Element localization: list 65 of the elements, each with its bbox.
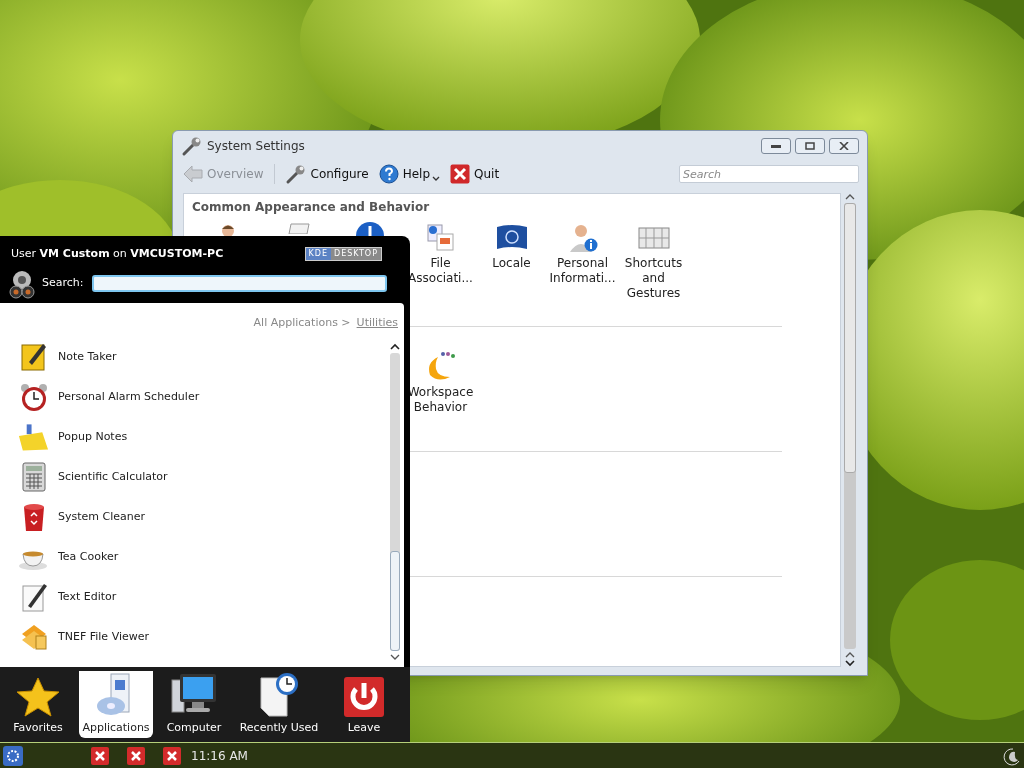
scroll-up-icon — [845, 193, 855, 201]
app-list-item[interactable]: Personal Alarm Scheduler — [17, 377, 388, 417]
scroll-down-icon — [390, 653, 400, 661]
maximize-icon — [805, 142, 815, 150]
scrollbar-thumb[interactable] — [390, 551, 400, 651]
toolbar-button[interactable]: Quit — [450, 164, 500, 184]
star-icon — [15, 675, 61, 718]
close-icon — [95, 750, 105, 761]
app-list-item[interactable]: Text Editor — [17, 577, 388, 617]
document-clock-icon — [257, 671, 301, 718]
launcher-tab[interactable]: Recently Used — [229, 671, 329, 738]
launcher-tab[interactable]: Leave — [329, 671, 399, 738]
scrollbar[interactable] — [843, 193, 857, 667]
pen-and-paper-icon — [19, 582, 48, 612]
minimize-button[interactable] — [761, 138, 791, 154]
app-list-item[interactable]: System Cleaner — [17, 497, 388, 537]
window-title: System Settings — [207, 138, 305, 155]
search-label: Search: — [42, 275, 84, 292]
task-button[interactable] — [91, 746, 109, 765]
gear-icon — [6, 748, 20, 763]
power-icon — [343, 675, 385, 718]
files-icon — [424, 222, 457, 254]
task-button[interactable] — [127, 746, 145, 765]
dropdown-caret-icon — [432, 176, 441, 182]
kde-desktop-badge: KDE DESKTOP — [304, 247, 382, 262]
close-button[interactable] — [829, 138, 859, 154]
wrench-icon — [181, 135, 203, 157]
app-list-item[interactable]: Popup Notes — [17, 417, 388, 457]
launcher-search-field[interactable] — [91, 275, 387, 292]
alarm-clock-icon — [18, 382, 49, 412]
launcher-tab[interactable]: Computer — [159, 671, 229, 738]
maximize-button[interactable] — [795, 138, 825, 154]
kde-menu-button[interactable] — [3, 745, 23, 766]
app-list-item[interactable]: TNEF File Viewer — [17, 617, 388, 657]
launcher-tab[interactable]: Favorites — [3, 671, 73, 738]
user-line: User VM Custom on VMCUSTOM-PC — [11, 246, 224, 262]
calculator-icon — [20, 462, 47, 492]
toolbar-button[interactable]: Help — [378, 164, 431, 184]
launcher-tab[interactable]: Applications — [79, 671, 153, 738]
task-button[interactable] — [163, 746, 181, 765]
clock[interactable]: 11:16 AM — [191, 746, 248, 765]
quit-icon — [450, 164, 471, 184]
help-icon — [378, 164, 399, 184]
section-title: Common Appearance and Behavior — [192, 199, 431, 216]
app-list-item[interactable]: Note Taker — [17, 337, 388, 377]
scrollbar-thumb[interactable] — [844, 203, 856, 473]
app-list-item[interactable]: Tea Cooker — [17, 537, 388, 577]
scroll-down-icon — [845, 659, 855, 667]
close-icon — [839, 142, 849, 150]
notepad-icon — [18, 342, 49, 372]
cashew-icon[interactable] — [1001, 745, 1021, 766]
search-field[interactable]: Search — [679, 165, 859, 183]
wrench-icon — [284, 163, 307, 185]
minimize-icon — [771, 144, 781, 148]
sticky-notes-icon — [17, 422, 50, 452]
toolbar-button[interactable]: Configure — [284, 163, 369, 185]
scroll-up-icon — [845, 651, 855, 659]
breadcrumb-link[interactable]: All Applications > — [253, 315, 351, 337]
close-icon — [167, 750, 177, 761]
gear-binoculars-icon — [8, 268, 36, 299]
breadcrumb-link[interactable]: Utilities — [356, 315, 398, 337]
close-icon — [131, 750, 141, 761]
app-list-item[interactable]: Scientific Calculator — [17, 457, 388, 497]
scroll-up-icon — [390, 343, 400, 351]
back-arrow-icon — [183, 165, 203, 183]
